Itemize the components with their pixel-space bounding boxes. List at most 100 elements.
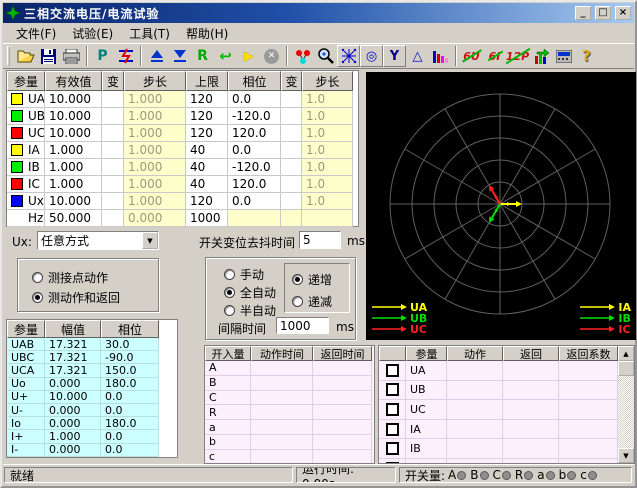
vary-cell[interactable] (102, 142, 124, 159)
close-button[interactable]: × (615, 6, 631, 20)
input-row-name[interactable]: A (205, 361, 251, 376)
vary2-cell[interactable] (281, 142, 302, 159)
limit-cell[interactable]: 40 (186, 159, 228, 176)
vary2-cell[interactable] (281, 125, 302, 142)
return-time-cell[interactable] (313, 435, 372, 450)
action-time-cell[interactable] (251, 450, 313, 464)
save-button[interactable] (37, 45, 60, 67)
vary2-cell[interactable] (281, 176, 302, 193)
vary-cell[interactable] (102, 210, 124, 227)
connection-button[interactable] (291, 45, 314, 67)
chevron-down-icon[interactable]: ▼ (142, 232, 158, 249)
rms-cell[interactable]: 10.000 (45, 108, 102, 125)
action-cell[interactable] (447, 400, 503, 420)
scrollbar[interactable]: ▲ ▼ (618, 346, 634, 463)
step2-cell[interactable]: 1.0 (302, 176, 353, 193)
step-cell[interactable]: 1.000 (124, 91, 186, 108)
return-coef-cell[interactable] (559, 361, 618, 381)
reset-button[interactable]: R (191, 45, 214, 67)
input-row-name[interactable]: C (205, 391, 251, 406)
step-cell[interactable]: 1.000 (124, 108, 186, 125)
limit-cell[interactable]: 40 (186, 176, 228, 193)
radio-contact-action[interactable] (32, 272, 43, 283)
input-row-name[interactable]: b (205, 435, 251, 450)
phase-cell[interactable]: 0.0 (228, 91, 281, 108)
vary2-cell[interactable] (281, 91, 302, 108)
action-row-name[interactable]: IB (406, 439, 447, 459)
menu-file[interactable]: 文件(F) (8, 22, 64, 45)
print-button[interactable] (60, 45, 83, 67)
vary-cell[interactable] (102, 125, 124, 142)
radio-semi-auto[interactable] (224, 305, 235, 316)
return-time-cell[interactable] (313, 450, 372, 464)
calculator-button[interactable] (552, 45, 575, 67)
return-time-cell[interactable] (313, 361, 372, 376)
y-connection-button[interactable]: Y (383, 45, 406, 67)
zoom-button[interactable] (314, 45, 337, 67)
input-row-name[interactable]: B (205, 376, 251, 391)
return-time-cell[interactable] (313, 391, 372, 406)
step-cell[interactable]: 0.000 (124, 210, 186, 227)
maximize-button[interactable]: □ (595, 6, 611, 20)
row-checkbox[interactable] (386, 364, 399, 377)
vary2-cell[interactable] (281, 108, 302, 125)
step2-cell[interactable] (302, 210, 353, 227)
step-cell[interactable]: 1.000 (124, 193, 186, 210)
action-row-name[interactable]: UC (406, 400, 447, 420)
action-cell[interactable] (447, 439, 503, 459)
delta-connection-button[interactable]: △ (406, 45, 429, 67)
stop-button[interactable]: ✕ (260, 45, 283, 67)
return-cell[interactable] (503, 420, 559, 440)
radio-increase[interactable] (292, 274, 303, 285)
action-time-cell[interactable] (251, 391, 313, 406)
step2-cell[interactable]: 1.0 (302, 142, 353, 159)
step-cell[interactable]: 1.000 (124, 125, 186, 142)
action-time-cell[interactable] (251, 435, 313, 450)
action-time-cell[interactable] (251, 376, 313, 391)
limit-cell[interactable]: 120 (186, 193, 228, 210)
six-u-button[interactable]: 6U (460, 45, 483, 67)
rms-cell[interactable]: 10.000 (45, 193, 102, 210)
rms-cell[interactable]: 10.000 (45, 91, 102, 108)
debounce-input[interactable] (299, 231, 341, 249)
six-i-button[interactable]: 6I (483, 45, 506, 67)
ux-mode-select[interactable]: 任意方式 ▼ (37, 231, 159, 250)
phase-cell[interactable]: 120.0 (228, 125, 281, 142)
twelve-p-button[interactable]: 12P (506, 45, 529, 67)
return-cell[interactable] (503, 361, 559, 381)
limit-cell[interactable]: 1000 (186, 210, 228, 227)
phase-cell[interactable]: -120.0 (228, 108, 281, 125)
scroll-down-icon[interactable]: ▼ (618, 448, 634, 463)
return-coef-cell[interactable] (559, 439, 618, 459)
bar-chart-button[interactable] (429, 45, 452, 67)
rms-cell[interactable]: 50.000 (45, 210, 102, 227)
return-cell[interactable] (503, 439, 559, 459)
action-time-cell[interactable] (251, 420, 313, 435)
step-cell[interactable]: 1.000 (124, 159, 186, 176)
raise-button[interactable] (145, 45, 168, 67)
step2-cell[interactable]: 1.0 (302, 193, 353, 210)
radio-decrease[interactable] (292, 296, 303, 307)
rays-view-button[interactable] (337, 45, 360, 67)
return-coef-cell[interactable] (559, 420, 618, 440)
toolbar-grip[interactable] (7, 46, 10, 66)
vary2-cell[interactable] (281, 210, 302, 227)
radio-full-auto[interactable] (224, 287, 235, 298)
action-row-name[interactable]: IA (406, 420, 447, 440)
scroll-up-icon[interactable]: ▲ (618, 346, 634, 361)
scrollbar-thumb[interactable] (618, 361, 634, 376)
row-checkbox[interactable] (386, 383, 399, 396)
start-button[interactable]: ▶ (237, 45, 260, 67)
power-output-button[interactable] (114, 45, 137, 67)
phase-cell[interactable]: 120.0 (228, 176, 281, 193)
vary-cell[interactable] (102, 91, 124, 108)
action-cell[interactable] (447, 420, 503, 440)
limit-cell[interactable]: 120 (186, 91, 228, 108)
return-time-cell[interactable] (313, 405, 372, 420)
phase-cell[interactable]: 0.0 (228, 193, 281, 210)
vary-cell[interactable] (102, 176, 124, 193)
row-checkbox[interactable] (386, 442, 399, 455)
limit-cell[interactable]: 120 (186, 108, 228, 125)
rms-cell[interactable]: 10.000 (45, 125, 102, 142)
lower-button[interactable] (168, 45, 191, 67)
